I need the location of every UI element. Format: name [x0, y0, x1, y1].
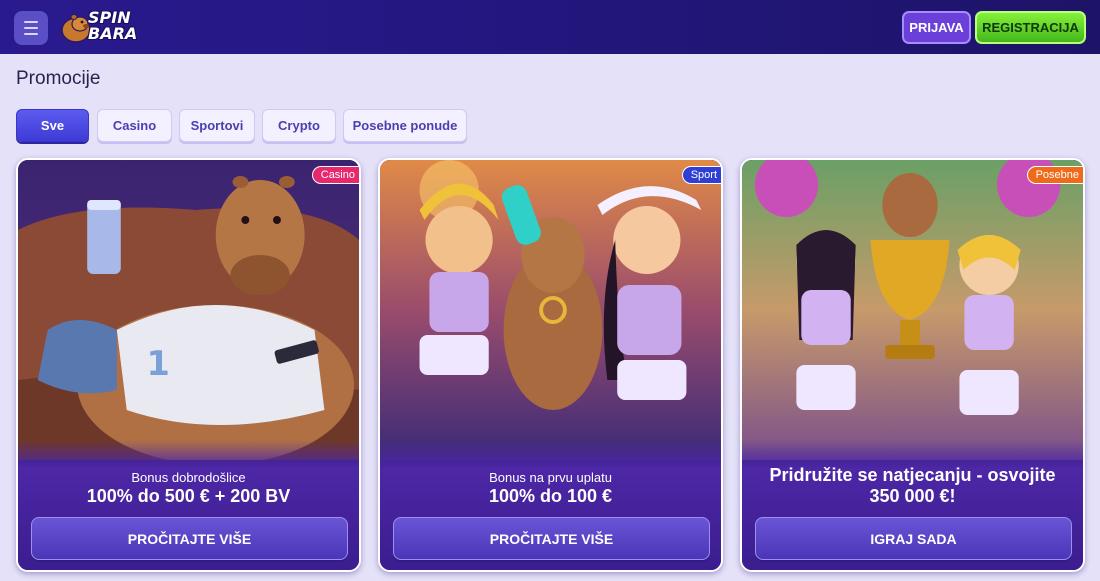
menu-line-icon [24, 33, 38, 35]
tab-all[interactable]: Sve [16, 109, 89, 142]
menu-line-icon [24, 27, 38, 29]
promo-title: 100% do 500 € + 200 BV [86, 486, 291, 506]
read-more-button[interactable]: PROČITAJTE VIŠE [393, 517, 710, 560]
promo-title-line2: 350 000 €! [869, 486, 956, 506]
promo-card-sport[interactable]: Sport Bonus na prvu uplatu 100% do 100 €… [378, 158, 723, 572]
tab-sports[interactable]: Sportovi [179, 109, 255, 142]
capybara-couch-illustration: 1 [18, 160, 359, 460]
top-header: SPIN BARA PRIJAVA REGISTRACIJA [0, 0, 1100, 54]
play-now-button[interactable]: IGRAJ SADA [755, 517, 1072, 560]
hamburger-menu-button[interactable] [14, 11, 48, 45]
tab-special-offers[interactable]: Posebne ponude [343, 109, 467, 142]
promo-subtitle: Bonus dobrodošlice [131, 470, 246, 485]
login-button[interactable]: PRIJAVA [902, 11, 971, 44]
read-more-button[interactable]: PROČITAJTE VIŠE [31, 517, 348, 560]
promo-title-line1: Pridružite se natjecanju - osvojite [769, 465, 1056, 485]
promo-card-casino[interactable]: 1 Casino Bonus dobrodošlice 100% do 500 … [16, 158, 361, 572]
promo-card-special[interactable]: Posebne Pridružite se natjecanju - osvoj… [740, 158, 1085, 572]
category-tag-sport: Sport [681, 166, 721, 184]
promo-subtitle: Bonus na prvu uplatu [489, 470, 612, 485]
cheerleaders-trophy-illustration [742, 160, 1083, 460]
spinbara-logo[interactable]: SPIN BARA [60, 8, 152, 46]
category-tag-casino: Casino [311, 166, 359, 184]
sport-fans-illustration [380, 160, 721, 460]
tab-crypto[interactable]: Crypto [262, 109, 336, 142]
menu-line-icon [24, 21, 38, 23]
svg-text:1: 1 [146, 344, 169, 383]
promo-title: Pridružite se natjecanju - osvojite 350 … [742, 465, 1083, 507]
logo-text-bottom: BARA [88, 24, 138, 43]
page-title: Promocije [16, 68, 101, 89]
promo-title: 100% do 100 € [488, 486, 613, 506]
register-button[interactable]: REGISTRACIJA [975, 11, 1086, 44]
tab-casino[interactable]: Casino [97, 109, 172, 142]
category-tag-special: Posebne [1026, 166, 1083, 184]
